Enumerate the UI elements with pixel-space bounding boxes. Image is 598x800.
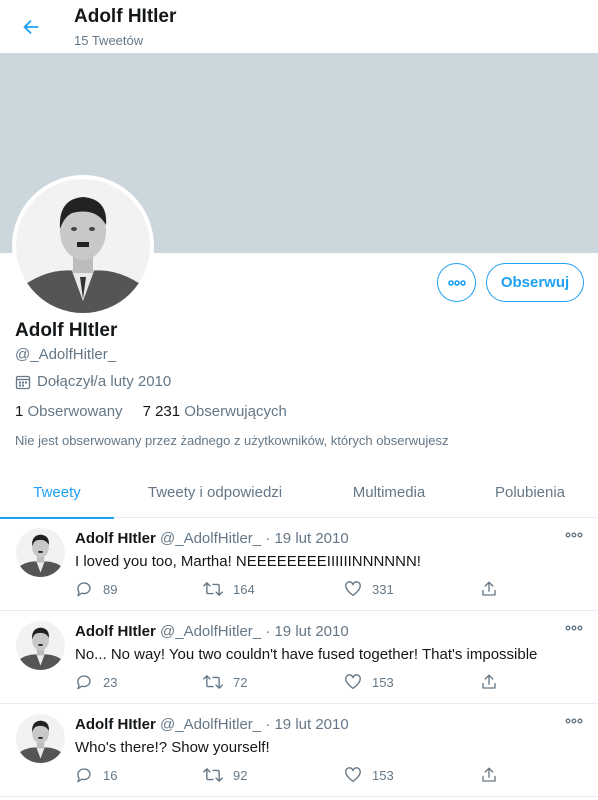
follow-button[interactable]: Obserwuj [486, 263, 584, 302]
avatar-portrait-icon [16, 621, 65, 670]
share-icon [482, 581, 496, 596]
tab-likes[interactable]: Polubienia [462, 466, 598, 518]
like-button[interactable]: 153 [344, 673, 394, 691]
retweet-count: 164 [233, 581, 255, 597]
top-bar: Adolf HItler 15 Tweetów [0, 0, 598, 53]
retweet-icon [203, 582, 223, 596]
like-count: 153 [372, 767, 394, 783]
share-icon [482, 674, 496, 689]
tweet-separator: · [265, 530, 271, 547]
tweet-author-name[interactable]: Adolf HItler [75, 716, 156, 733]
more-icon [565, 532, 583, 538]
more-options-button[interactable] [437, 263, 476, 302]
profile-stats: 1 Obserwowany 7 231 Obserwujących [15, 403, 287, 420]
profile-avatar[interactable] [12, 175, 154, 317]
back-button[interactable] [14, 10, 48, 44]
tweet-separator: · [265, 623, 271, 640]
followers-you-know-note: Nie jest obserwowany przez żadnego z uży… [15, 433, 449, 448]
retweet-count: 92 [233, 767, 248, 783]
tab-tweets-and-replies[interactable]: Tweety i odpowiedzi [114, 466, 316, 518]
retweet-icon [203, 675, 223, 689]
profile-name: Adolf HItler [15, 320, 118, 341]
more-icon [447, 279, 466, 286]
tweet-actions: 23 72 153 [75, 673, 505, 695]
reply-count: 89 [103, 581, 118, 597]
joined-date: Dołączył/a luty 2010 [37, 373, 172, 390]
followers-label: Obserwujących [184, 403, 287, 420]
share-icon [482, 767, 496, 782]
header-title: Adolf HItler [74, 6, 177, 27]
avatar-portrait-icon [16, 528, 65, 577]
tweet-header: Adolf HItler @_AdolfHitler_ · 19 lut 201… [75, 716, 349, 733]
tweet-author-handle[interactable]: @_AdolfHitler_ [160, 716, 261, 733]
tweet[interactable]: Adolf HItler @_AdolfHitler_ · 19 lut 201… [0, 704, 598, 797]
tweet-more-button[interactable] [563, 528, 585, 542]
tweet-avatar[interactable] [16, 528, 65, 577]
calendar-icon [15, 375, 31, 389]
more-icon [565, 625, 583, 631]
tweet-more-button[interactable] [563, 621, 585, 635]
like-icon [345, 674, 361, 690]
tweet-text: No... No way! You two couldn't have fuse… [75, 646, 538, 663]
avatar-portrait-icon [16, 179, 150, 313]
tweet-actions: 16 92 153 [75, 766, 505, 788]
tweet-avatar[interactable] [16, 714, 65, 763]
retweet-button[interactable]: 92 [203, 766, 247, 784]
profile-handle: @_AdolfHitler_ [15, 346, 117, 363]
avatar-portrait-icon [16, 714, 65, 763]
following-count: 1 [15, 403, 24, 420]
back-arrow-icon [23, 19, 39, 35]
header-tweet-count: 15 Tweetów [74, 33, 144, 48]
retweet-icon [203, 768, 223, 782]
reply-button[interactable]: 16 [75, 766, 117, 784]
like-button[interactable]: 153 [344, 766, 394, 784]
profile-tabs: Tweety Tweety i odpowiedzi Multimedia Po… [0, 466, 598, 519]
like-icon [345, 767, 361, 783]
tweet-actions: 89 164 331 [75, 580, 505, 602]
tweet-header: Adolf HItler @_AdolfHitler_ · 19 lut 201… [75, 530, 349, 547]
reply-button[interactable]: 89 [75, 580, 117, 598]
tweet-avatar[interactable] [16, 621, 65, 670]
like-count: 153 [372, 674, 394, 690]
tweet-separator: · [265, 716, 271, 733]
tweet-author-handle[interactable]: @_AdolfHitler_ [160, 623, 261, 640]
tweet-date[interactable]: 19 lut 2010 [274, 530, 348, 547]
like-icon [345, 581, 361, 597]
tab-tweets[interactable]: Tweety [0, 466, 114, 519]
reply-count: 23 [103, 674, 118, 690]
tweet-text: Who's there!? Show yourself! [75, 739, 270, 756]
tweet-author-name[interactable]: Adolf HItler [75, 623, 156, 640]
tab-media[interactable]: Multimedia [316, 466, 462, 518]
tweet-text: I loved you too, Martha! NEEEEEEEEIIIIII… [75, 553, 421, 570]
following-link[interactable]: 1 Obserwowany [15, 403, 123, 420]
tweet-date[interactable]: 19 lut 2010 [274, 716, 348, 733]
tweet-author-handle[interactable]: @_AdolfHitler_ [160, 530, 261, 547]
profile-joined: Dołączył/a luty 2010 [15, 373, 171, 390]
tweet-more-button[interactable] [563, 714, 585, 728]
reply-icon [77, 675, 91, 690]
followers-link[interactable]: 7 231 Obserwujących [143, 403, 287, 420]
retweet-button[interactable]: 72 [203, 673, 247, 691]
reply-count: 16 [103, 767, 118, 783]
tweet[interactable]: Adolf HItler @_AdolfHitler_ · 19 lut 201… [0, 518, 598, 611]
share-button[interactable] [480, 580, 498, 598]
tweet-header: Adolf HItler @_AdolfHitler_ · 19 lut 201… [75, 623, 349, 640]
following-label: Obserwowany [27, 403, 123, 420]
share-button[interactable] [480, 673, 498, 691]
reply-button[interactable]: 23 [75, 673, 117, 691]
like-count: 331 [372, 581, 394, 597]
tweet-author-name[interactable]: Adolf HItler [75, 530, 156, 547]
tweet-date[interactable]: 19 lut 2010 [274, 623, 348, 640]
tweet[interactable]: Adolf HItler @_AdolfHitler_ · 19 lut 201… [0, 611, 598, 704]
retweet-count: 72 [233, 674, 248, 690]
more-icon [565, 718, 583, 724]
reply-icon [77, 582, 91, 597]
followers-count: 7 231 [142, 403, 181, 420]
share-button[interactable] [480, 766, 498, 784]
reply-icon [77, 768, 91, 783]
retweet-button[interactable]: 164 [203, 580, 255, 598]
like-button[interactable]: 331 [344, 580, 394, 598]
